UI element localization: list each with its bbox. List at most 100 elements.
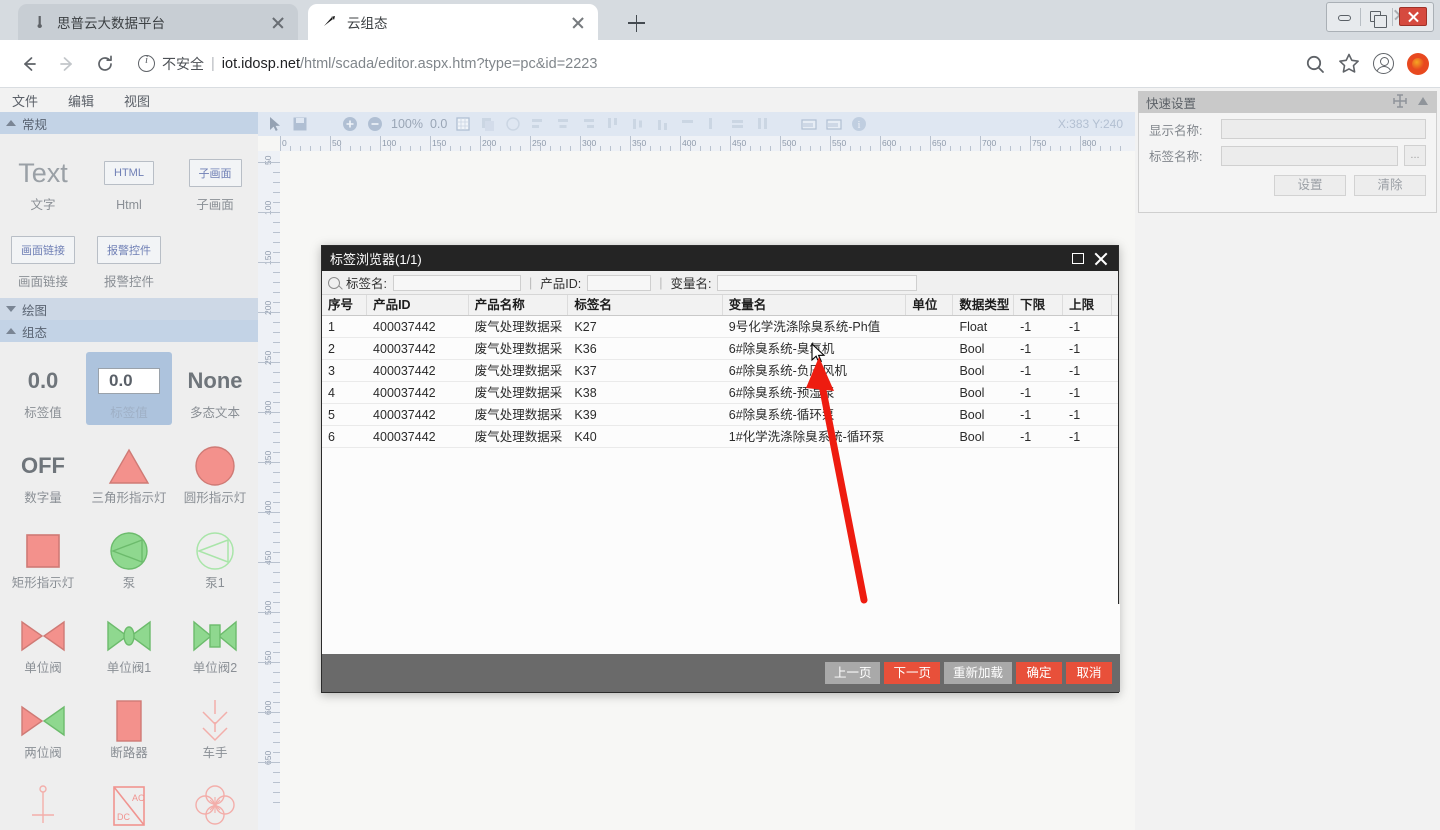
palette-item-subscreen[interactable]: 子画面 子画面 <box>172 144 258 217</box>
move-handle-icon[interactable] <box>1393 94 1407 111</box>
palette-item-two-position-valve[interactable]: 两位阀 <box>0 692 86 765</box>
save-icon[interactable] <box>291 115 309 133</box>
zoom-out-icon[interactable] <box>366 115 384 133</box>
profile-icon[interactable] <box>1400 47 1434 81</box>
menu-view[interactable]: 视图 <box>124 91 150 110</box>
html-import-icon[interactable] <box>825 115 843 133</box>
palette-item-screen-link[interactable]: 画面链接 画面链接 <box>0 221 86 294</box>
align-bottom-icon[interactable] <box>654 115 672 133</box>
address-bar[interactable]: 不安全 | iot.idosp.net/html/scada/editor.as… <box>138 48 1288 80</box>
palette-item-unit-valve2[interactable]: 单位阀2 <box>172 607 258 680</box>
palette-item-tag-value-input[interactable]: 0.0 标签值 <box>86 352 172 425</box>
palette-item-breaker[interactable]: 断路器 <box>86 692 172 765</box>
table-row[interactable]: 4400037442废气处理数据采K386#除臭系统-预湿泵Bool-1-1 <box>322 382 1118 404</box>
account-icon[interactable] <box>1366 47 1400 81</box>
palette-item-inverter[interactable]: ACDC 逆变器 <box>86 777 172 830</box>
breaker-icon <box>88 698 170 744</box>
browser-tab-2[interactable]: 云组态 <box>308 4 598 40</box>
ok-button[interactable]: 确定 <box>1016 662 1062 684</box>
back-button[interactable] <box>10 45 48 83</box>
table-row[interactable]: 2400037442废气处理数据采K366#除臭系统-臭氧机Bool-1-1 <box>322 338 1118 360</box>
close-icon[interactable] <box>1090 248 1112 270</box>
restore-button[interactable] <box>1361 4 1392 30</box>
grid-icon[interactable] <box>454 115 472 133</box>
tag-browse-button[interactable]: ... <box>1404 145 1426 166</box>
zoom-magnifier-icon[interactable] <box>1298 47 1332 81</box>
filter-input-tag[interactable] <box>393 275 521 291</box>
display-name-input[interactable] <box>1221 119 1426 139</box>
filter-input-variable[interactable] <box>717 275 917 291</box>
palette-group-general[interactable]: 常规 <box>0 112 258 134</box>
table-row[interactable]: 3400037442废气处理数据采K376#除臭系统-负压风机Bool-1-1 <box>322 360 1118 382</box>
maximize-icon[interactable] <box>1068 248 1090 270</box>
palette-item-knife-switch[interactable]: 刀闸 <box>0 777 86 830</box>
palette-item-alarm-widget[interactable]: 报警控件 报警控件 <box>86 221 172 294</box>
info-icon[interactable]: i <box>850 115 868 133</box>
cancel-button[interactable]: 取消 <box>1066 662 1112 684</box>
reload-button[interactable] <box>86 45 124 83</box>
menu-file[interactable]: 文件 <box>12 91 38 110</box>
palette-group-drawing[interactable]: 绘图 <box>0 298 258 320</box>
bookmark-star-icon[interactable] <box>1332 47 1366 81</box>
palette-item-tag-value[interactable]: 0.0 标签值 <box>0 352 86 425</box>
new-tab-button[interactable] <box>622 10 650 36</box>
table-row[interactable]: 5400037442废气处理数据采K396#除臭系统-循环泵Bool-1-1 <box>322 404 1118 426</box>
palette-item-text[interactable]: Text 文字 <box>0 144 86 217</box>
zoom-in-icon[interactable] <box>341 115 359 133</box>
browser-tab-bar: 思普云大数据平台 云组态 <box>0 0 1440 40</box>
dialog-title: 标签浏览器(1/1) <box>330 249 422 268</box>
alarm-widget-icon: 报警控件 <box>88 227 170 273</box>
palette-item-pump[interactable]: 泵 <box>86 522 172 595</box>
align-middle-icon[interactable] <box>629 115 647 133</box>
prev-page-button[interactable]: 上一页 <box>825 662 881 684</box>
distribute-h-icon[interactable] <box>729 115 747 133</box>
palette-item-unit-valve[interactable]: 单位阀 <box>0 607 86 680</box>
palette-item-circle-lamp[interactable]: 圆形指示灯 <box>172 437 258 510</box>
align-right-icon[interactable] <box>579 115 597 133</box>
palette-item-html[interactable]: HTML Html <box>86 144 172 217</box>
align-center-icon[interactable] <box>554 115 572 133</box>
browser-tab-1[interactable]: 思普云大数据平台 <box>18 4 298 40</box>
screen-link-icon: 画面链接 <box>2 227 84 273</box>
tag-name-input[interactable] <box>1221 146 1398 166</box>
align-top-icon[interactable] <box>604 115 622 133</box>
same-height-icon[interactable] <box>704 115 722 133</box>
minimize-button[interactable] <box>1329 4 1360 30</box>
palette-item-triangle-lamp[interactable]: 三角形指示灯 <box>86 437 172 510</box>
dialog-title-bar[interactable]: 标签浏览器(1/1) <box>322 246 1118 271</box>
cell-product-name: 废气处理数据采 <box>469 316 569 337</box>
palette-item-handcart[interactable]: 车手 <box>172 692 258 765</box>
apply-button[interactable]: 设置 <box>1274 175 1346 196</box>
forward-button[interactable] <box>48 45 86 83</box>
close-icon[interactable] <box>568 12 588 32</box>
next-page-button[interactable]: 下一页 <box>884 662 940 684</box>
cell-index: 5 <box>322 404 367 425</box>
reload-button[interactable]: 重新加载 <box>944 662 1012 684</box>
html-export-icon[interactable] <box>800 115 818 133</box>
palette-item-digital[interactable]: OFF 数字量 <box>0 437 86 510</box>
table-row[interactable]: 6400037442废气处理数据采K401#化学洗涤除臭系统-循环泵Bool-1… <box>322 426 1118 448</box>
ruler-minor-tick <box>273 632 280 633</box>
same-width-icon[interactable] <box>679 115 697 133</box>
align-left-icon[interactable] <box>529 115 547 133</box>
palette-item-pump1[interactable]: 泵1 <box>172 522 258 595</box>
palette-item-rect-lamp[interactable]: 矩形指示灯 <box>0 522 86 595</box>
palette-group-scada[interactable]: 组态 <box>0 320 258 342</box>
clear-button[interactable]: 清除 <box>1354 175 1426 196</box>
ruler-minor-tick <box>273 532 280 533</box>
palette-item-unit-valve1[interactable]: 单位阀1 <box>86 607 172 680</box>
filter-input-product-id[interactable] <box>587 275 651 291</box>
table-row[interactable]: 1400037442废气处理数据采K279号化学洗涤除臭系统-Ph值Float-… <box>322 316 1118 338</box>
select-tool-icon[interactable] <box>266 115 284 133</box>
copy-icon[interactable] <box>479 115 497 133</box>
paste-icon[interactable] <box>504 115 522 133</box>
close-icon[interactable] <box>268 12 288 32</box>
palette-item-pt[interactable]: PT <box>172 777 258 830</box>
palette-item-multistate-text[interactable]: None 多态文本 <box>172 352 258 425</box>
menu-edit[interactable]: 编辑 <box>68 91 94 110</box>
cell-index: 3 <box>322 360 367 381</box>
distribute-v-icon[interactable] <box>754 115 772 133</box>
tag-table-body[interactable]: 1400037442废气处理数据采K279号化学洗涤除臭系统-Ph值Float-… <box>322 316 1118 646</box>
collapse-icon[interactable] <box>1417 95 1429 109</box>
close-button[interactable] <box>1393 4 1431 30</box>
